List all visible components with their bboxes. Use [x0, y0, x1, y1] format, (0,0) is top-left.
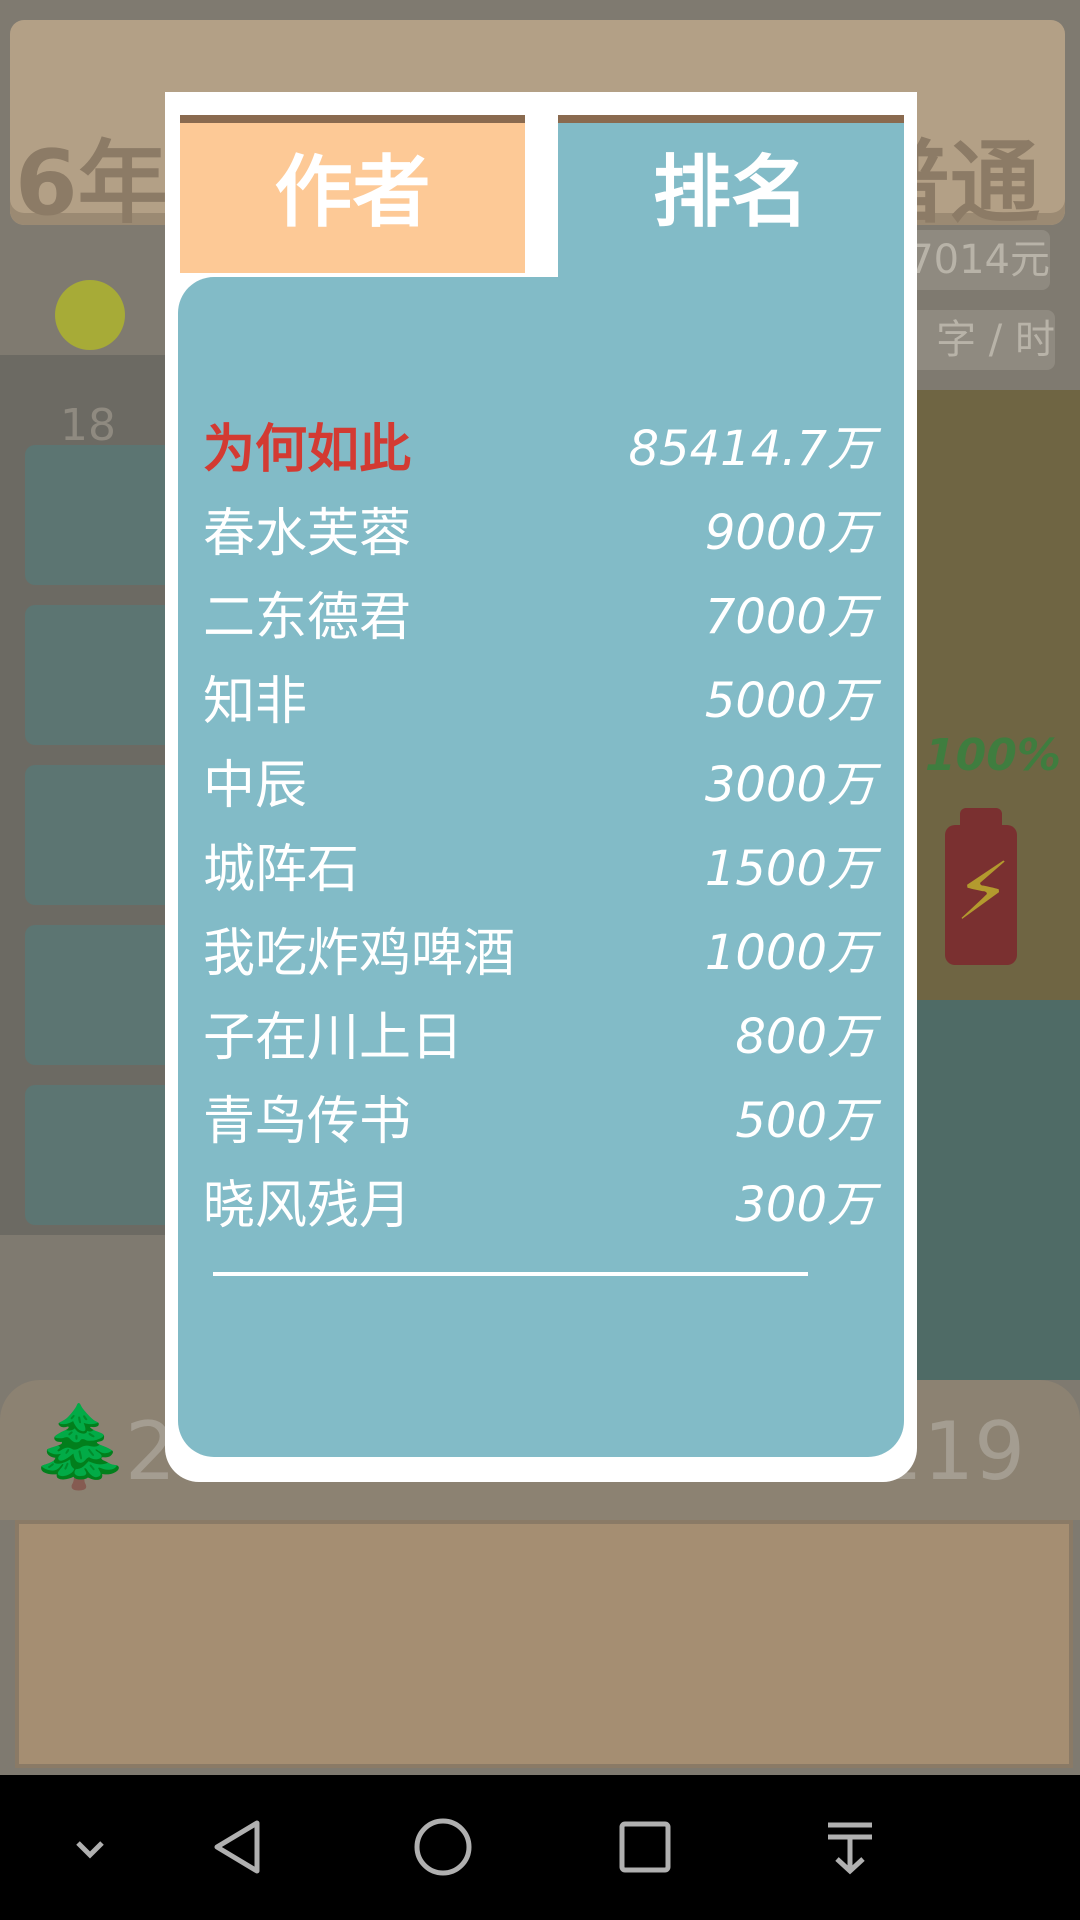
- bottom-panel: [15, 1520, 1073, 1768]
- ranking-name: 知非: [203, 671, 308, 732]
- ranking-dialog: 作者 排名 为何如此 85414.7万 春水芙蓉 9000万 二东德君 7000…: [165, 92, 917, 1482]
- side-card: [25, 765, 175, 905]
- tree-icon: 🌲: [30, 1400, 130, 1493]
- lightning-icon: ⚡: [955, 845, 1012, 938]
- ranking-row: 为何如此 85414.7万: [203, 402, 875, 486]
- ranking-name: 子在川上日: [203, 1007, 464, 1068]
- ranking-name: 我吃炸鸡啤酒: [203, 923, 516, 984]
- ranking-value: 9000万: [704, 505, 875, 561]
- ranking-value: 1000万: [704, 925, 875, 981]
- ranking-value: 85414.7万: [628, 421, 876, 477]
- side-card: [25, 925, 175, 1065]
- ranking-value: 7000万: [704, 589, 875, 645]
- ranking-name: 春水芙蓉: [203, 503, 412, 564]
- idea-count: 18: [60, 400, 116, 451]
- ranking-value: 500万: [735, 1093, 875, 1149]
- tab-author[interactable]: 作者: [180, 115, 525, 273]
- list-divider: [213, 1272, 808, 1276]
- ranking-name: 中辰: [203, 755, 308, 816]
- ranking-name: 青鸟传书: [203, 1091, 412, 1152]
- lightbulb-icon: [55, 280, 125, 350]
- tab-ranking[interactable]: 排名: [558, 115, 904, 293]
- ranking-value: 300万: [735, 1177, 875, 1233]
- room-floor: [910, 1000, 1080, 1380]
- home-icon[interactable]: [398, 1807, 488, 1887]
- ranking-row: 晓风残月 300万: [203, 1158, 875, 1242]
- side-card: [25, 445, 175, 585]
- system-nav-bar: [0, 1775, 1080, 1920]
- ranking-name: 城阵石: [203, 839, 360, 900]
- ranking-name: 二东德君: [203, 587, 412, 648]
- ranking-row: 二东德君 7000万: [203, 570, 875, 654]
- ranking-value: 5000万: [704, 673, 875, 729]
- ranking-name: 为何如此: [203, 419, 412, 480]
- ranking-row: 知非 5000万: [203, 654, 875, 738]
- pull-down-icon[interactable]: [805, 1807, 895, 1887]
- back-icon[interactable]: [195, 1807, 285, 1887]
- ranking-list: 为何如此 85414.7万 春水芙蓉 9000万 二东德君 7000万 知非 5…: [178, 277, 904, 1457]
- side-card: [25, 1085, 175, 1225]
- battery-percent: 100%: [925, 730, 1061, 781]
- ranking-row: 青鸟传书 500万: [203, 1074, 875, 1158]
- ranking-name: 晓风残月: [203, 1175, 412, 1236]
- ranking-row: 春水芙蓉 9000万: [203, 486, 875, 570]
- ranking-row: 中辰 3000万: [203, 738, 875, 822]
- ranking-row: 子在川上日 800万: [203, 990, 875, 1074]
- chevron-down-icon[interactable]: [45, 1807, 135, 1887]
- side-card: [25, 605, 175, 745]
- ranking-row: 城阵石 1500万: [203, 822, 875, 906]
- ranking-value: 3000万: [704, 757, 875, 813]
- ranking-row: 我吃炸鸡啤酒 1000万: [203, 906, 875, 990]
- recent-apps-icon[interactable]: [600, 1807, 690, 1887]
- ranking-value: 1500万: [704, 841, 875, 897]
- ranking-value: 800万: [735, 1009, 875, 1065]
